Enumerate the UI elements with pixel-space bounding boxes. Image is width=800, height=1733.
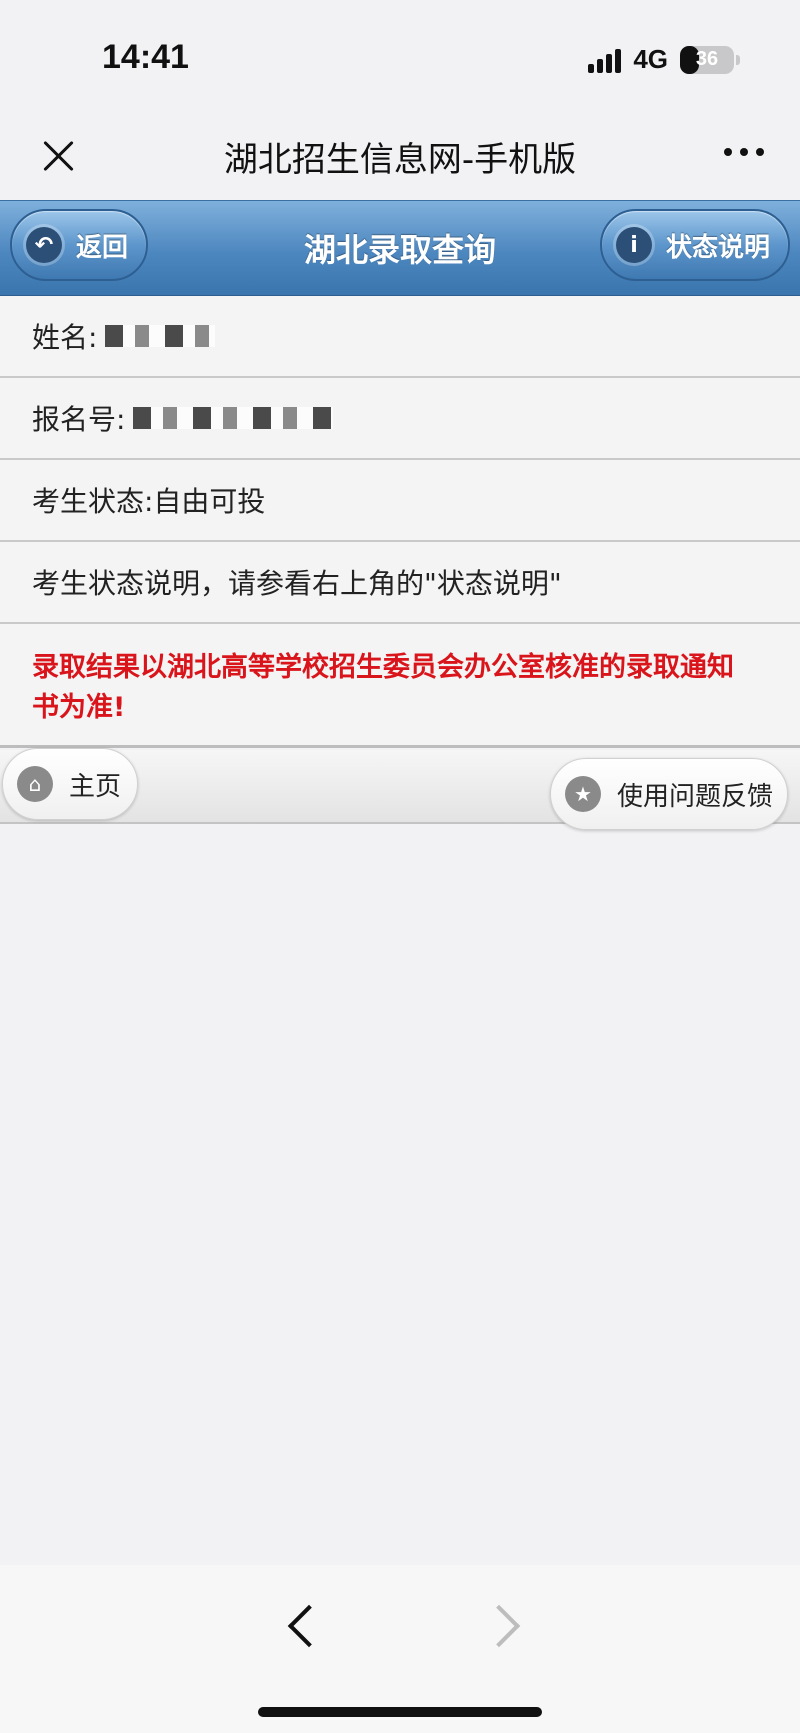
home-button[interactable]: ⌂ 主页 — [2, 748, 138, 820]
network-label: 4G — [633, 44, 668, 74]
status-explanation-label: 状态说明 — [666, 232, 771, 263]
star-icon: ★ — [565, 776, 601, 812]
back-button-label: 返回 — [76, 232, 129, 263]
battery-level: 36 — [695, 48, 719, 70]
home-button-label: 主页 — [69, 771, 122, 802]
status-row: 考生状态:自由可投 — [0, 460, 800, 542]
registration-label: 报名号: — [32, 403, 126, 436]
browser-bottom-toolbar — [0, 1565, 800, 1733]
chevron-left-icon[interactable] — [282, 1595, 326, 1655]
browser-nav-bar: 湖北招生信息网-手机版 — [0, 120, 800, 200]
footer-bar: ⌂ 主页 ★ 使用问题反馈 — [0, 748, 800, 830]
result-list: 姓名: 报名号: 考生状态:自由可投 考生状态说明，请参看右上角的"状态说明" … — [0, 296, 800, 748]
redacted-name — [105, 325, 216, 347]
undo-arrow-icon: ↶ — [26, 227, 62, 263]
admission-notice: 录取结果以湖北高等学校招生委员会办公室核准的录取通知书为准! — [0, 624, 800, 748]
browser-title: 湖北招生信息网-手机版 — [223, 140, 577, 180]
feedback-button-label: 使用问题反馈 — [617, 781, 774, 812]
redacted-registration — [133, 407, 334, 429]
info-icon: i — [616, 227, 652, 263]
home-icon: ⌂ — [17, 766, 53, 802]
student-status: 考生状态:自由可投 — [32, 485, 266, 518]
status-hint-row: 考生状态说明，请参看右上角的"状态说明" — [0, 542, 800, 624]
status-bar: 14:41 4G 36 — [0, 0, 800, 120]
chevron-right-icon[interactable] — [482, 1595, 526, 1655]
name-row: 姓名: — [0, 296, 800, 378]
battery-icon: 36 — [680, 45, 740, 74]
status-indicators: 4G 36 — [588, 44, 740, 75]
status-hint: 考生状态说明，请参看右上角的"状态说明" — [32, 567, 562, 600]
close-icon[interactable] — [36, 134, 80, 178]
signal-icon — [588, 47, 622, 73]
back-button[interactable]: ↶ 返回 — [10, 209, 148, 281]
registration-row: 报名号: — [0, 378, 800, 460]
page-title: 湖北录取查询 — [303, 231, 496, 269]
feedback-button[interactable]: ★ 使用问题反馈 — [550, 758, 788, 830]
more-icon[interactable] — [724, 148, 764, 156]
status-time: 14:41 — [102, 38, 189, 76]
status-explanation-button[interactable]: i 状态说明 — [600, 209, 790, 281]
home-indicator — [258, 1707, 542, 1717]
app-header: ↶ 返回 湖北录取查询 i 状态说明 — [0, 200, 800, 296]
name-label: 姓名: — [32, 321, 98, 354]
